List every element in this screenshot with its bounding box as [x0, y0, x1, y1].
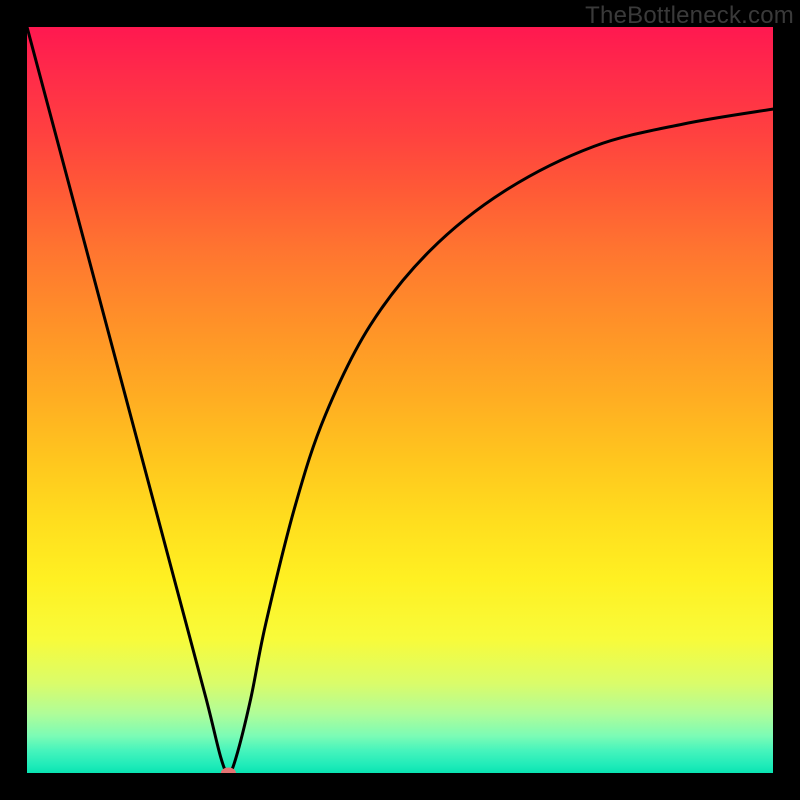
bottleneck-curve-path	[27, 27, 773, 773]
chart-area	[27, 27, 773, 773]
bottleneck-curve-svg	[27, 27, 773, 773]
watermark-text: TheBottleneck.com	[585, 2, 794, 30]
